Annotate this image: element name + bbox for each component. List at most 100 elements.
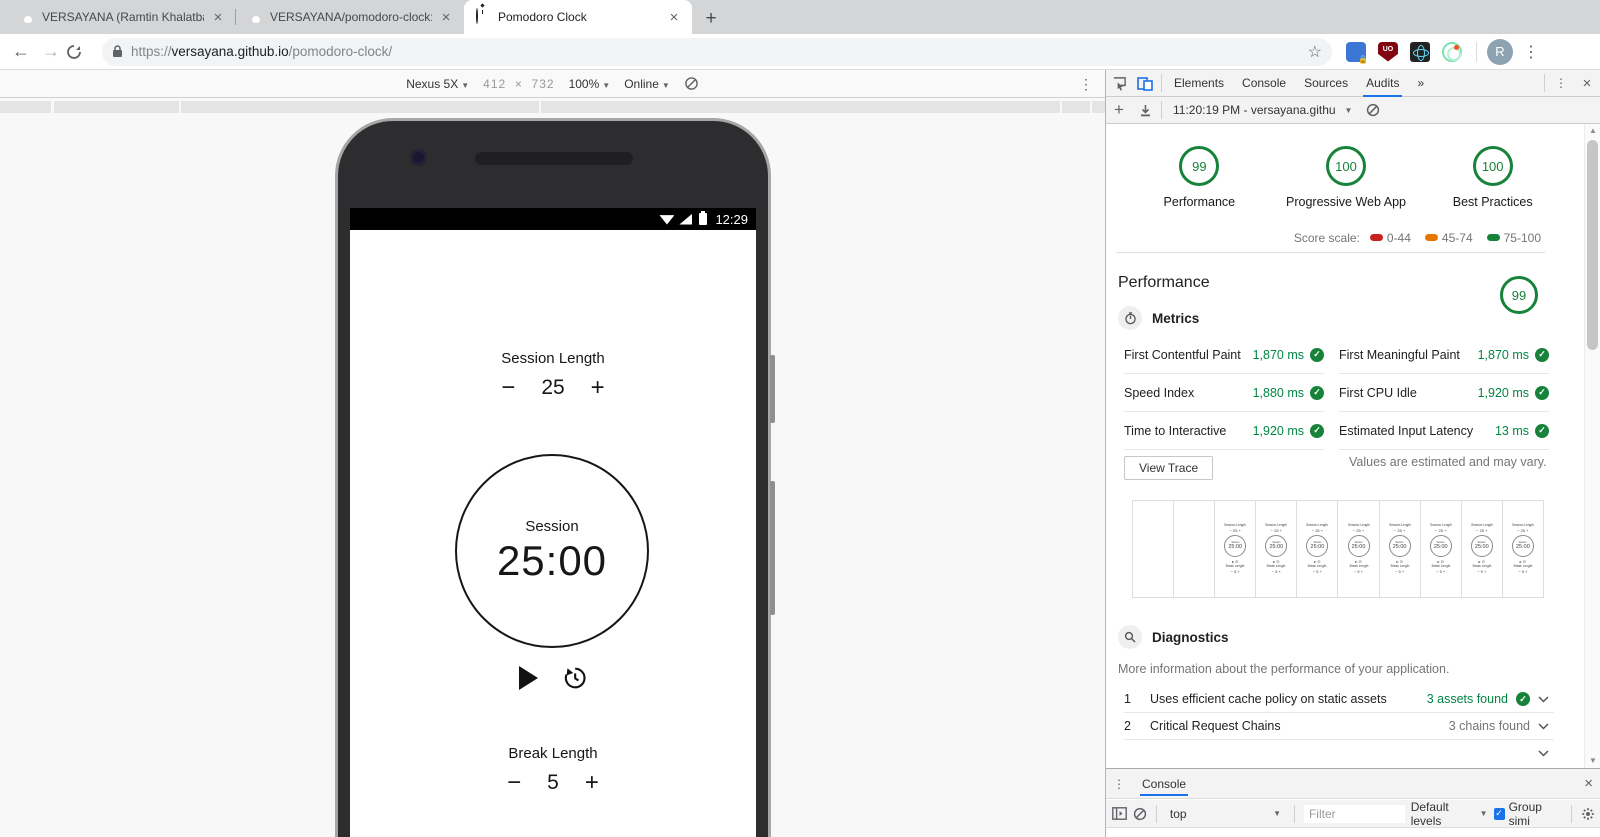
reset-history-icon[interactable] — [560, 664, 588, 692]
metric-label: Speed Index — [1124, 385, 1195, 400]
more-tabs-icon[interactable]: » — [1408, 70, 1433, 97]
break-length-label: Break Length — [508, 745, 598, 762]
console-settings-gear-icon[interactable] — [1581, 807, 1595, 821]
redux-devtools-extension-icon[interactable] — [1442, 41, 1462, 62]
filmstrip-thumbnail: Session Length − 25 + Session 25:00 ▸ ⊙ B… — [1470, 522, 1493, 574]
view-trace-button[interactable]: View Trace — [1124, 456, 1214, 480]
close-drawer-icon[interactable]: × — [1584, 775, 1593, 792]
score-label: Performance — [1163, 195, 1236, 209]
address-bar[interactable]: https://versayana.github.io/pomodoro-clo… — [102, 37, 1332, 66]
phone-volume-button — [770, 481, 775, 615]
log-levels-select[interactable]: Default levels ▼ — [1411, 800, 1488, 828]
new-tab-button[interactable]: + — [696, 4, 726, 34]
browser-tab-2[interactable]: VERSAYANA/pomodoro-clock: P × — [236, 0, 464, 34]
diagnostic-value: 3 assets found — [1426, 692, 1508, 706]
close-icon[interactable]: × — [666, 9, 682, 26]
bookmark-star-icon[interactable]: ☆ — [1308, 42, 1322, 62]
scrollbar-thumb[interactable] — [1587, 140, 1598, 350]
reload-icon[interactable] — [66, 44, 96, 60]
execution-context-select[interactable]: top ▼ — [1166, 807, 1285, 821]
close-devtools-icon[interactable]: × — [1574, 70, 1600, 96]
inspect-element-icon[interactable] — [1106, 70, 1132, 96]
metric-row: Estimated Input Latency 13 ms ✓ — [1339, 412, 1549, 450]
audits-toolbar: + 11:20:19 PM - versayana.githu ▼ — [1106, 97, 1600, 124]
zoom-select[interactable]: 100% ▼ — [569, 77, 611, 91]
device-toolbar: Nexus 5X ▼ 412 × 732 100% ▼ Online ▼ ⋮ — [0, 70, 1105, 98]
devtools-menu-icon[interactable]: ⋮ — [1548, 70, 1574, 96]
device-viewport: 12:29 Session Length − 25 + Session 25:0… — [0, 114, 1105, 837]
tab-strip: VERSAYANA (Ramtin Khalatbari × VERSAYANA… — [0, 0, 1600, 34]
cellular-signal-icon — [679, 213, 693, 225]
profile-avatar[interactable]: R — [1487, 38, 1513, 65]
wifi-icon — [659, 215, 675, 225]
filmstrip-thumbnail: Session Length − 25 + Session 25:00 ▸ ⊙ B… — [1265, 522, 1288, 574]
session-minus-button[interactable]: − — [501, 376, 515, 400]
devtools-scrollbar[interactable]: ▲ ▼ — [1584, 124, 1600, 768]
score-ring: 100 — [1326, 146, 1366, 186]
device-select[interactable]: Nexus 5X ▼ — [406, 77, 469, 91]
pass-check-icon: ✓ — [1310, 347, 1324, 362]
filmstrip-thumbnail: Session Length − 25 + Session 25:00 ▸ ⊙ B… — [1306, 522, 1329, 574]
pass-check-icon: ✓ — [1535, 423, 1549, 438]
device-toggle-icon[interactable] — [1132, 70, 1158, 96]
metric-value: 1,920 ms — [1477, 385, 1529, 400]
browser-window: VERSAYANA (Ramtin Khalatbari × VERSAYANA… — [0, 0, 1600, 837]
show-console-sidebar-icon[interactable] — [1112, 807, 1127, 820]
new-audit-icon[interactable]: + — [1106, 97, 1132, 123]
session-plus-button[interactable]: + — [591, 376, 605, 400]
devtools-tab-sources[interactable]: Sources — [1295, 70, 1357, 97]
device-dimensions[interactable]: 412 × 732 — [483, 77, 554, 91]
break-plus-button[interactable]: + — [585, 771, 599, 795]
download-report-icon[interactable] — [1132, 97, 1158, 123]
rotate-device-icon[interactable] — [684, 76, 699, 91]
back-icon[interactable]: ← — [6, 41, 36, 62]
chevron-down-icon[interactable] — [1538, 695, 1554, 703]
score-item[interactable]: 99 Performance — [1126, 146, 1273, 209]
scale-range: 75-100 — [1486, 231, 1541, 245]
browser-menu-icon[interactable]: ⋮ — [1523, 42, 1539, 62]
clear-console-icon[interactable] — [1133, 807, 1147, 821]
break-minus-button[interactable]: − — [507, 771, 521, 795]
drawer-tab-console[interactable]: Console — [1132, 769, 1196, 799]
media-query-bar[interactable] — [0, 99, 1105, 114]
console-drawer: ⋮ Console × top ▼ Filter Default levels ▼ — [1106, 768, 1600, 837]
diagnostic-row-partial[interactable] — [1124, 740, 1554, 767]
metric-row: First CPU Idle 1,920 ms ✓ — [1339, 374, 1549, 412]
diagnostic-row[interactable]: 2 Critical Request Chains 3 chains found — [1124, 713, 1554, 740]
scale-color-dot — [1424, 234, 1438, 241]
phone-speaker — [475, 152, 633, 165]
diagnostic-row[interactable]: 1 Uses efficient cache policy on static … — [1124, 686, 1554, 713]
play-icon[interactable] — [518, 666, 538, 690]
metric-label: Estimated Input Latency — [1339, 423, 1474, 438]
browser-tab-1[interactable]: VERSAYANA (Ramtin Khalatbari × — [8, 0, 236, 34]
browser-tab-active[interactable]: Pomodoro Clock × — [464, 0, 692, 34]
scale-range: 0-44 — [1369, 231, 1411, 245]
session-length-label: Session Length — [501, 350, 605, 367]
close-icon[interactable]: × — [210, 9, 226, 26]
diagnostic-value: 3 chains found — [1448, 719, 1530, 733]
filmstrip-frame: Session Length − 25 + Session 25:00 ▸ ⊙ B… — [1256, 501, 1298, 597]
group-similar-checkbox[interactable]: ✓ Group simi — [1493, 800, 1563, 828]
score-item[interactable]: 100 Best Practices — [1419, 146, 1566, 209]
chevron-down-icon[interactable] — [1538, 750, 1554, 757]
device-toolbar-menu-icon[interactable]: ⋮ — [1079, 76, 1093, 93]
react-devtools-extension-icon[interactable] — [1410, 41, 1430, 62]
score-item[interactable]: 100 Progressive Web App — [1273, 146, 1420, 209]
audit-run-select[interactable]: 11:20:19 PM - versayana.githu ▼ — [1173, 103, 1352, 117]
close-icon[interactable]: × — [438, 9, 454, 26]
clear-audits-icon[interactable] — [1360, 97, 1386, 123]
chevron-down-icon[interactable] — [1538, 722, 1554, 730]
browser-toolbar: ← → https://versayana.github.io/pomodoro… — [0, 34, 1600, 70]
devtools-tab-elements[interactable]: Elements — [1165, 70, 1233, 97]
metric-row: Time to Interactive 1,920 ms ✓ — [1124, 412, 1324, 450]
drawer-menu-icon[interactable]: ⋮ — [1106, 771, 1132, 797]
forward-icon[interactable]: → — [36, 41, 66, 62]
ublock-extension-icon[interactable] — [1378, 41, 1398, 62]
network-throttle-select[interactable]: Online ▼ — [624, 77, 670, 91]
devtools-tab-audits[interactable]: Audits — [1357, 70, 1408, 97]
metric-row: Speed Index 1,880 ms ✓ — [1124, 374, 1324, 412]
performance-score-ring: 99 — [1500, 276, 1538, 314]
devtools-tab-console[interactable]: Console — [1233, 70, 1295, 97]
console-filter-input[interactable]: Filter — [1303, 804, 1405, 823]
privacy-extension-icon[interactable] — [1346, 41, 1368, 64]
